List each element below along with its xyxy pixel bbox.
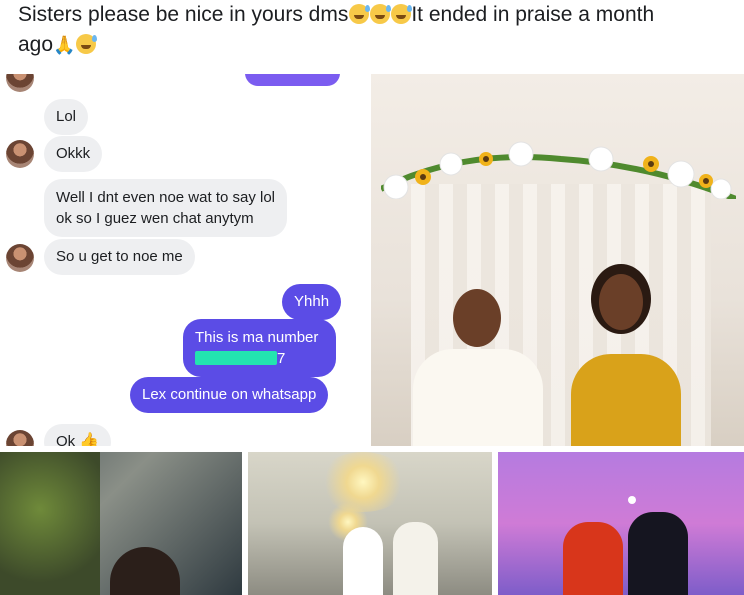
message-text: Ok — [56, 433, 76, 446]
avatar — [6, 74, 34, 92]
bride-figure — [563, 522, 623, 595]
grinning-sweat-emoji-icon — [370, 4, 392, 24]
avatar — [6, 140, 34, 168]
praying-hands-emoji-icon: 🙏 — [53, 35, 76, 55]
outgoing-message: Yhhh — [282, 284, 342, 320]
groom-figure — [393, 249, 563, 446]
groom-figure — [628, 512, 688, 595]
message-line: 7 — [277, 350, 286, 367]
outgoing-message-multiline: This is ma number 7 — [183, 319, 337, 377]
incoming-message: So u get to noe me — [44, 239, 195, 275]
photo-grid[interactable]: Lol Okkk Well I dnt even noe wat to say … — [0, 74, 744, 595]
avatar — [6, 244, 34, 272]
incoming-message: Ok 👍 — [44, 424, 112, 446]
incoming-message: Lol — [44, 99, 89, 135]
outgoing-bubble-partial — [245, 74, 340, 86]
outgoing-message: Lex continue on whatsapp — [130, 377, 329, 413]
wedding-ceremony-photo[interactable] — [371, 74, 744, 446]
message-line: Well I dnt even noe wat to say lol — [56, 189, 276, 206]
couple-figure — [110, 547, 180, 595]
incoming-message: Okkk — [44, 136, 103, 172]
bride-figure — [559, 224, 699, 446]
chandelier — [318, 452, 408, 512]
groom-figure — [393, 522, 438, 595]
grinning-sweat-emoji-icon — [76, 34, 98, 54]
message-line: This is ma number — [195, 329, 319, 346]
floral-arch-decoration — [381, 141, 736, 199]
avatar — [6, 430, 34, 446]
ceiling-light — [628, 496, 636, 504]
couple-outdoor-photo[interactable] — [0, 452, 242, 595]
incoming-message-multiline: Well I dnt even noe wat to say lol ok so… — [44, 179, 288, 237]
bride-figure — [343, 527, 383, 595]
caption-line1-continued: It ended in praise a month — [411, 3, 655, 26]
grinning-sweat-emoji-icon — [349, 4, 371, 24]
message-line: ok so I guez wen chat anytym — [56, 210, 254, 227]
redacted-phone-number — [195, 351, 277, 365]
chat-screenshot[interactable]: Lol Okkk Well I dnt even noe wat to say … — [0, 74, 369, 446]
foliage — [0, 452, 100, 595]
caption-line1: Sisters please be nice in yours dms — [18, 3, 349, 26]
couple-reception-photo[interactable] — [248, 452, 492, 595]
thumbs-up-emoji-icon: 👍 — [79, 433, 100, 446]
couple-party-photo[interactable] — [498, 452, 744, 595]
post-caption: Sisters please be nice in yours dms It en… — [18, 0, 730, 60]
caption-line2: ago — [18, 33, 54, 56]
grinning-sweat-emoji-icon — [391, 4, 413, 24]
